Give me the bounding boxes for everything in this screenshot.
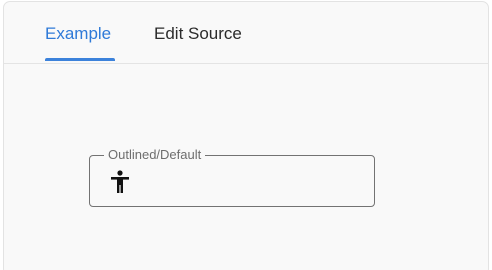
tab-edit-source[interactable]: Edit Source (154, 22, 242, 46)
tab-bar: Example Edit Source (4, 2, 488, 64)
accessibility-icon (109, 170, 131, 194)
active-tab-indicator (45, 58, 115, 61)
example-panel: Example Edit Source Outlined/Default (3, 1, 489, 270)
field-label: Outlined/Default (104, 147, 206, 163)
tab-example[interactable]: Example (45, 22, 111, 46)
outlined-text-field[interactable]: Outlined/Default (89, 147, 375, 207)
